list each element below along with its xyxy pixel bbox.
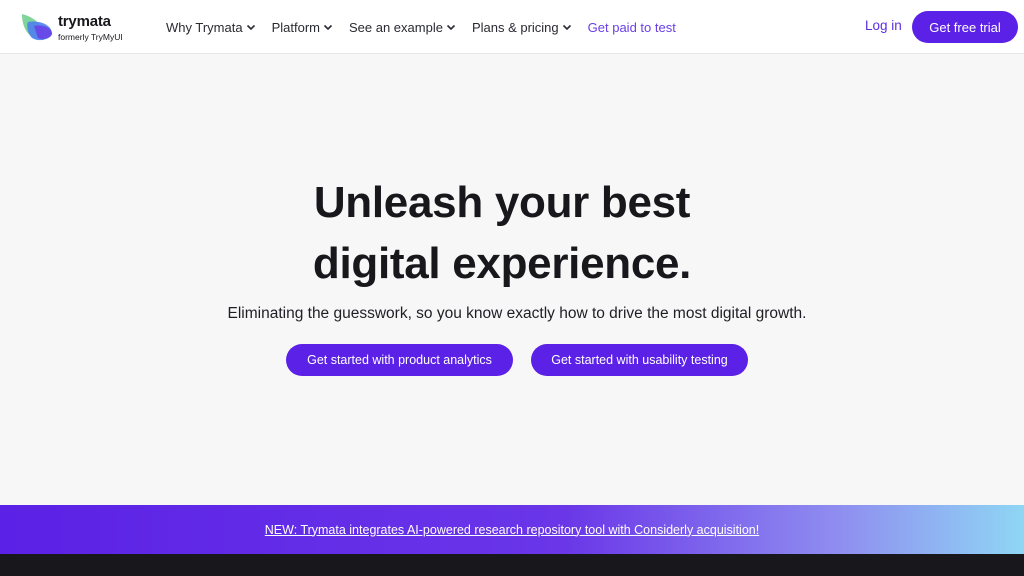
site-header: trymata formerly TryMyUI Why Trymata Pla…: [0, 0, 1024, 54]
hero-title-line-1: Unleash your best: [313, 178, 691, 227]
nav-item-see-an-example[interactable]: See an example: [349, 20, 456, 35]
chevron-down-icon: [562, 24, 571, 31]
nav-item-plans-pricing[interactable]: Plans & pricing: [472, 20, 572, 35]
nav-item-label: Platform: [271, 19, 320, 35]
chevron-down-icon: [446, 24, 456, 31]
brand-name: trymata: [58, 13, 111, 30]
brand-tagline: formerly TryMyUI: [58, 32, 123, 42]
nav-item-label: Plans & pricing: [471, 19, 559, 35]
nav-item-label: Get paid to test: [587, 19, 676, 35]
free-trial-button[interactable]: Get free trial: [912, 11, 1018, 43]
nav-item-label: Why Trymata: [166, 19, 243, 35]
dark-section-edge: [0, 554, 1024, 576]
hero-title-line-2: digital experience.: [312, 239, 692, 288]
nav-item-get-paid-to-test[interactable]: Get paid to test: [588, 20, 676, 35]
chevron-down-icon: [246, 24, 255, 31]
hero-title: Unleash your best digital experience.: [0, 172, 1004, 294]
announcement-link[interactable]: NEW: Trymata integrates AI-powered resea…: [265, 523, 759, 537]
announcement-banner: NEW: Trymata integrates AI-powered resea…: [0, 505, 1024, 554]
product-analytics-button[interactable]: Get started with product analytics: [286, 344, 513, 376]
nav-item-platform[interactable]: Platform: [272, 20, 333, 35]
login-link[interactable]: Log in: [865, 18, 902, 33]
hero-subtitle: Eliminating the guesswork, so you know e…: [227, 305, 807, 322]
chevron-down-icon: [323, 24, 333, 31]
trymata-logo-icon: [22, 14, 52, 41]
brand-logo[interactable]: trymata formerly TryMyUI: [20, 12, 130, 44]
nav-item-why-trymata[interactable]: Why Trymata: [166, 20, 256, 35]
nav-item-label: See an example: [348, 19, 443, 35]
usability-testing-button[interactable]: Get started with usability testing: [531, 344, 748, 376]
main-nav: Why Trymata Platform See an example Plan…: [166, 0, 692, 54]
